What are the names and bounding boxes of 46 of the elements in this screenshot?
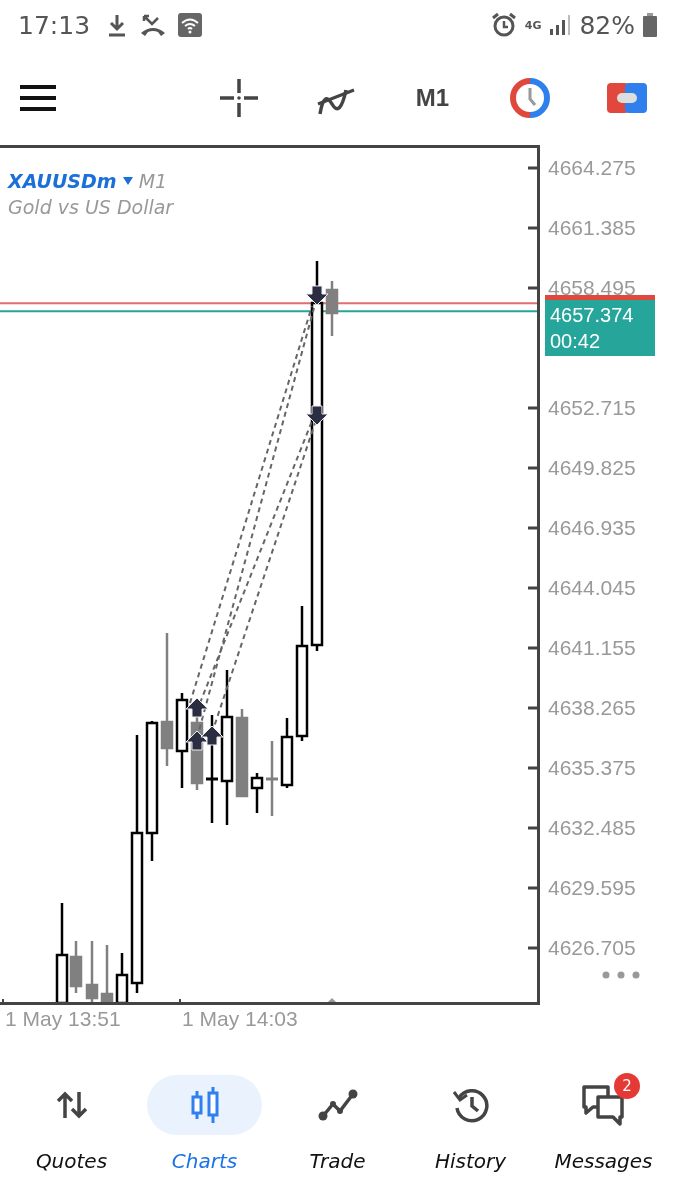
price-label: 4629.595: [548, 876, 636, 894]
alarm-icon: [490, 12, 517, 38]
signal-icon: [549, 14, 572, 36]
price-label: 4661.385: [548, 216, 636, 234]
price-label: 4649.825: [548, 456, 636, 474]
nav-tab[interactable]: Trade: [271, 1075, 404, 1173]
price-label: 4626.705: [548, 936, 636, 954]
dropdown-caret-icon[interactable]: [122, 177, 133, 185]
price-label: 4658.495: [548, 276, 636, 294]
chart-timeframe: M1: [138, 170, 168, 192]
battery-percent: 82%: [579, 10, 635, 40]
up-arrow-icon: [185, 697, 209, 718]
price-label: 4638.265: [548, 696, 636, 714]
menu-button[interactable]: [20, 84, 56, 111]
nav-tab[interactable]: History: [404, 1075, 537, 1173]
network-type: 4G: [524, 19, 542, 31]
price-label: 4641.155: [548, 636, 636, 654]
missed-call-icon: [140, 13, 167, 37]
symbol-name[interactable]: XAUUSDm: [8, 170, 117, 192]
more-options-icon[interactable]: [602, 971, 640, 979]
unread-badge: 2: [614, 1073, 640, 1099]
down-arrow-icon: [305, 285, 329, 306]
up-arrow-icon: [200, 725, 224, 746]
price-label: 4652.715: [548, 396, 636, 414]
down-arrow-icon: [305, 405, 329, 426]
current-price-label: 4657.374 00:42: [545, 300, 655, 357]
time-label: 1 May 14:03: [182, 1007, 298, 1031]
timeframe-button[interactable]: M1: [409, 77, 456, 118]
candlestick: [85, 941, 99, 1002]
symbol-description: Gold vs US Dollar: [8, 196, 175, 218]
price-label: 4664.275: [548, 156, 636, 174]
history-icon: [451, 1086, 490, 1124]
nav-tab[interactable]: 2 Messages: [537, 1075, 670, 1173]
candlestick: [100, 945, 114, 1002]
nav-tab[interactable]: Quotes: [5, 1075, 138, 1173]
price-label: 4644.045: [548, 576, 636, 594]
price-label: 4646.935: [548, 516, 636, 534]
price-label: 4632.485: [548, 816, 636, 834]
battery-icon: [643, 13, 657, 37]
arrows-icon: [55, 1090, 88, 1120]
price-label: 4635.375: [548, 756, 636, 774]
line-chart-icon: [317, 1089, 358, 1121]
time-label: 1 May 13:51: [5, 1007, 121, 1031]
clock-time: 17:13: [18, 10, 91, 40]
up-arrow-icon: [185, 730, 209, 751]
wifi-icon: [178, 13, 203, 37]
